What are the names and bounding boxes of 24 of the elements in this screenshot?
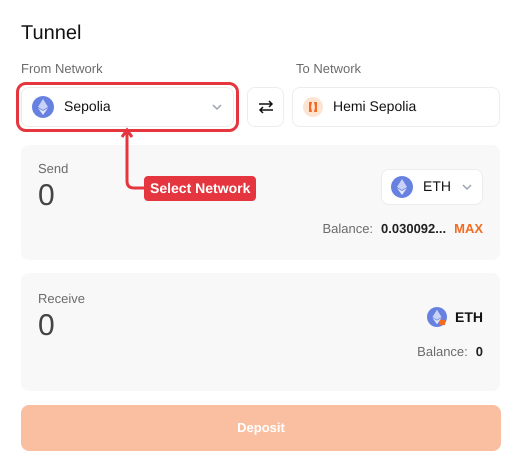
amount-value: 0 [38, 308, 55, 344]
receive-label: Receive [38, 290, 86, 308]
annotation-label: Select Network [144, 176, 256, 201]
swap-button[interactable] [247, 86, 284, 126]
network-field[interactable]: Hemi Sepolia [292, 86, 500, 126]
chevron-down-icon [461, 182, 473, 190]
send-label: Send [38, 160, 70, 178]
balance-value: 0 [476, 342, 483, 360]
ethereum-icon [32, 96, 54, 118]
token-name: ETH [455, 308, 483, 326]
field-label: From Network [21, 60, 104, 78]
token-select[interactable]: ETH [381, 168, 483, 204]
balance-value: 0.030092... [381, 220, 446, 238]
chevron-down-icon [211, 102, 223, 110]
ethereum-icon [391, 176, 413, 198]
network-select[interactable]: Sepolia [21, 86, 234, 126]
swap-icon [258, 100, 274, 114]
amount-field[interactable]: 0 [38, 178, 55, 214]
balance-label: Balance: [417, 342, 468, 360]
hemi-icon [303, 96, 323, 116]
page-title: Tunnel [21, 21, 82, 46]
ethereum-icon [427, 307, 447, 327]
balance-label: Balance: [322, 220, 374, 238]
field-label: To Network [296, 60, 362, 78]
